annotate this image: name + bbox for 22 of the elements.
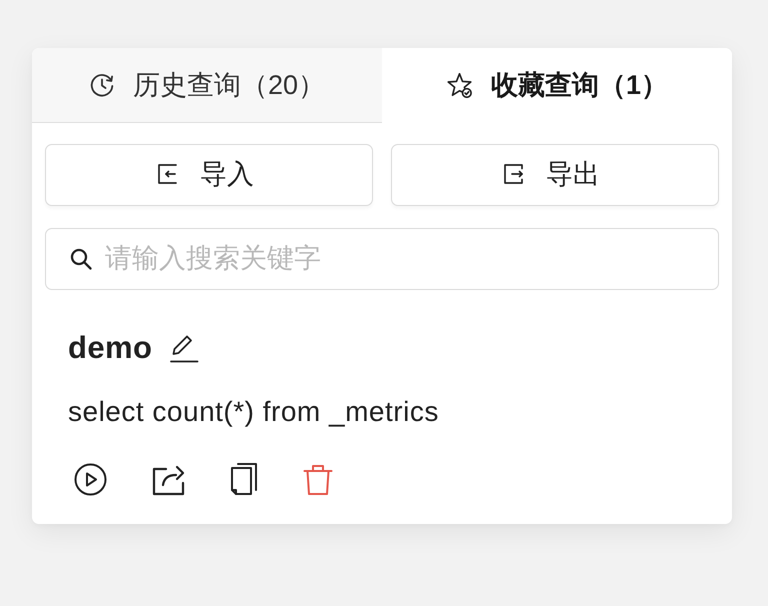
tab[interactable]: 历史查询（20） [32, 48, 382, 123]
share-icon [152, 463, 185, 496]
trash-icon [303, 464, 333, 496]
query-title: demo [68, 330, 152, 366]
clock-icon [88, 72, 115, 98]
query-text: select count(*) from _metrics [68, 395, 440, 429]
export-icon [502, 162, 526, 186]
search-field[interactable]: 请输入搜索关键字 [45, 228, 719, 290]
copy-icon [230, 463, 258, 496]
import-button[interactable]: 导入 [45, 144, 373, 206]
star-check-icon [446, 71, 473, 98]
export-button[interactable]: 导出 [391, 144, 719, 206]
run-button[interactable] [74, 463, 107, 496]
pencil-icon [169, 333, 200, 363]
search-icon [69, 247, 93, 271]
delete-button[interactable] [303, 464, 333, 496]
copy-button[interactable] [230, 463, 258, 496]
tab[interactable]: 收藏查询（1） [382, 48, 732, 123]
edit-button[interactable] [169, 333, 200, 363]
share-button[interactable] [152, 463, 185, 496]
play-icon [74, 463, 107, 496]
import-icon [156, 162, 180, 186]
